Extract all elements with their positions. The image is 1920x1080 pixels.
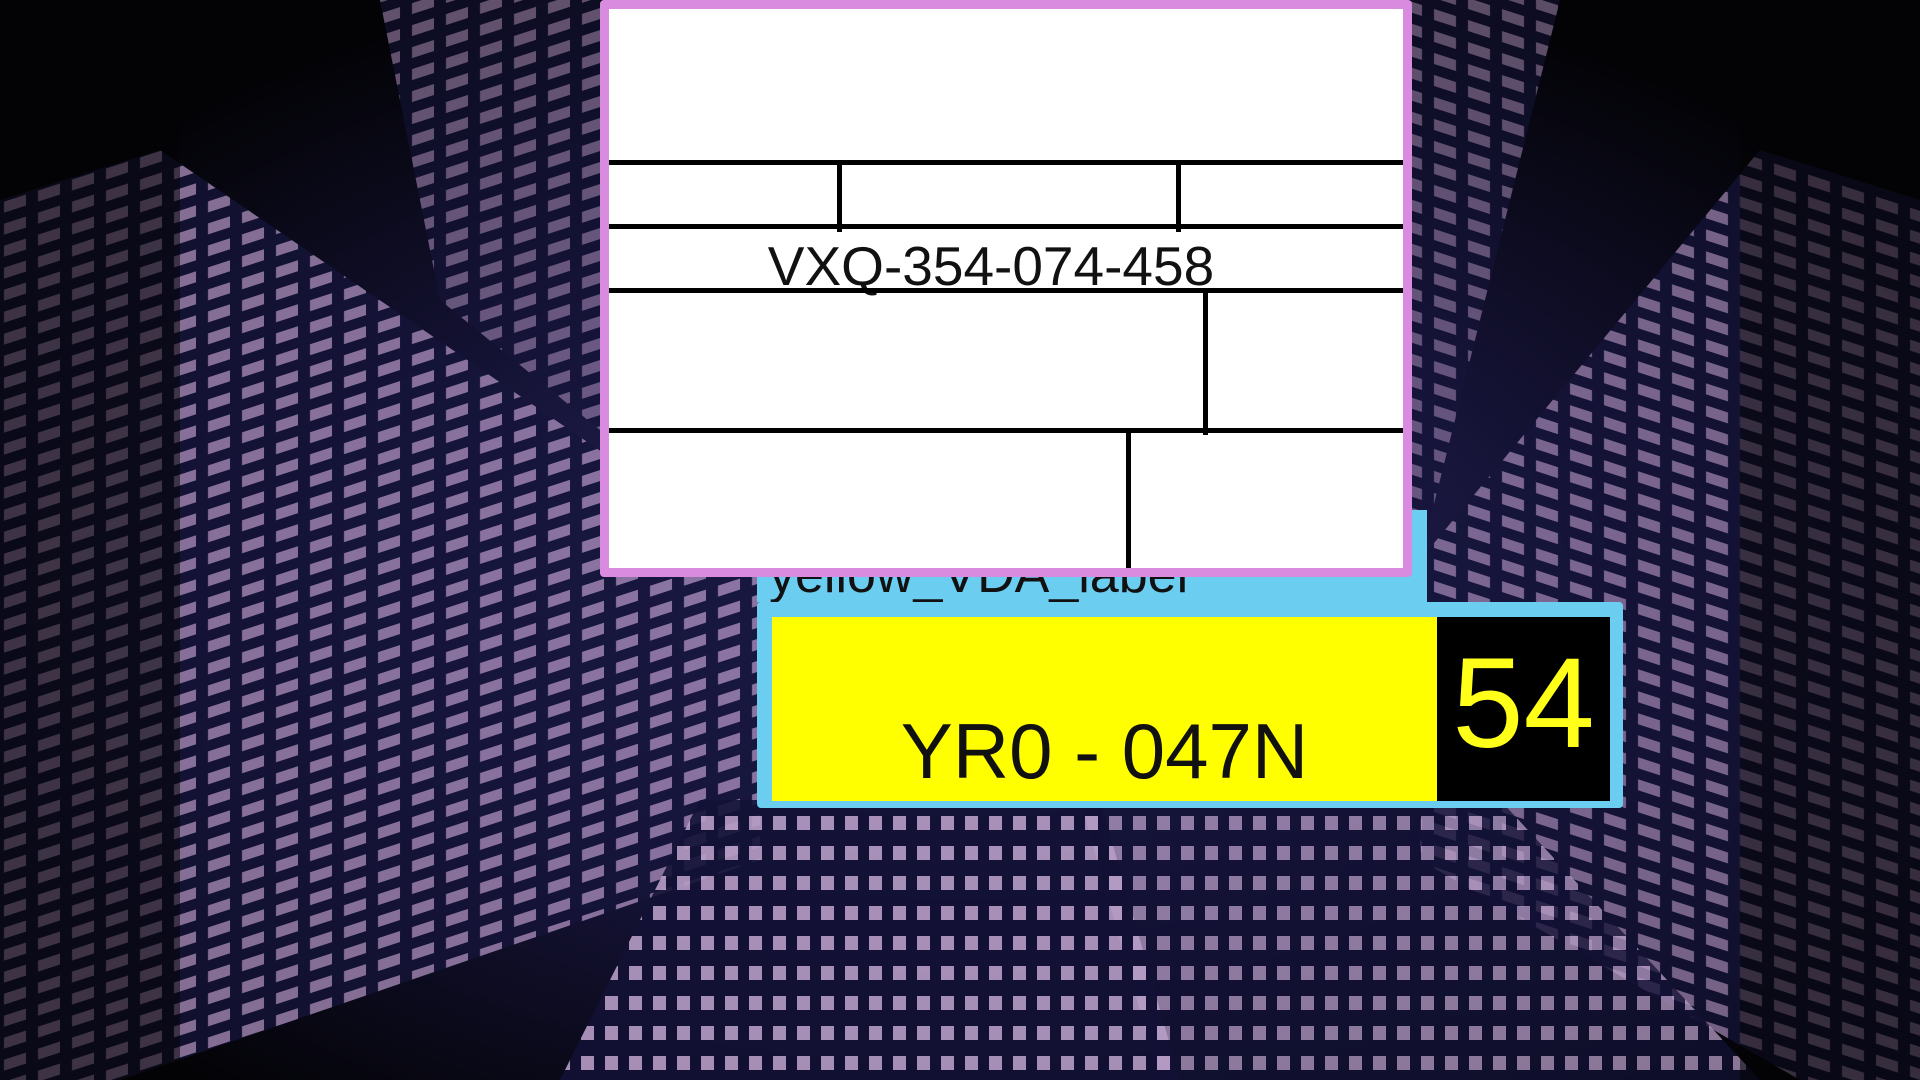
plate-code-panel: YR0 - 047N: [772, 617, 1437, 801]
divider-line: [837, 160, 842, 232]
yellow-plate: YR0 - 047N 54: [757, 602, 1623, 808]
divider-line: [609, 288, 1403, 293]
scene: yellow_VDA_label VXQ-354-074-458 YR0 - 0…: [0, 0, 1920, 1080]
plate-number: 54: [1452, 632, 1595, 775]
divider-line: [1126, 428, 1131, 568]
divider-line: [609, 160, 1403, 165]
plate-code: YR0 - 047N: [900, 707, 1309, 795]
divider-line: [609, 224, 1403, 229]
white-label-card: VXQ-354-074-458: [600, 0, 1412, 577]
divider-line: [1176, 160, 1181, 232]
divider-line: [1203, 288, 1208, 435]
divider-line: [609, 428, 1403, 433]
plate-number-box: 54: [1437, 617, 1610, 801]
